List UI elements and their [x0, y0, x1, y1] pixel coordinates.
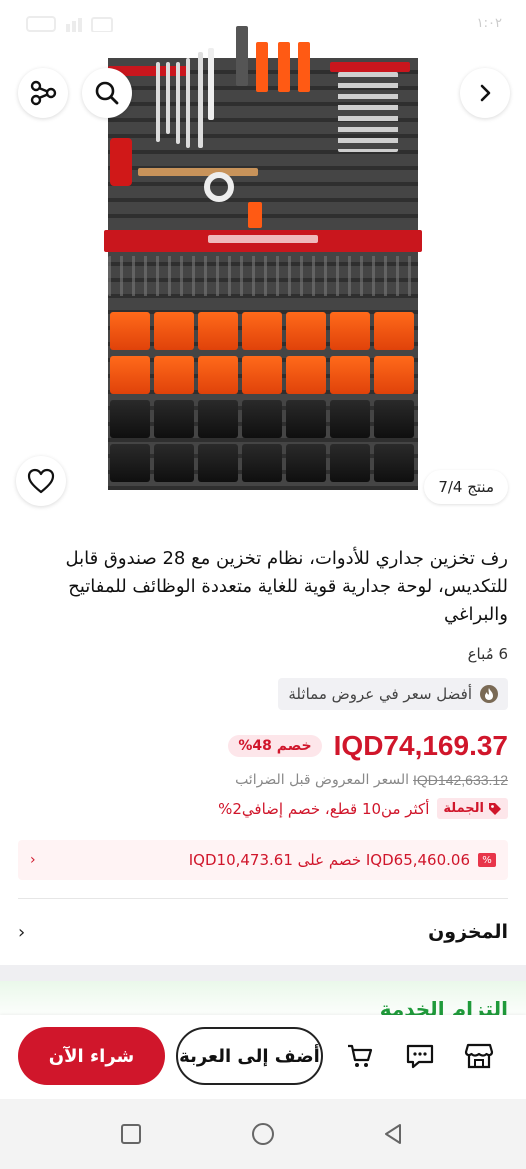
original-price-label: السعر المعروض قبل الضرائب — [235, 772, 410, 788]
wishlist-button[interactable] — [16, 456, 66, 506]
coupon-text: IQD65,460.06 خصم على IQD10,473.61 — [188, 851, 470, 869]
status-bar: ١:٠٢ — [0, 0, 526, 52]
battery-icon — [26, 16, 56, 32]
chevron-right-icon — [480, 84, 491, 102]
chevron-left-icon: ‹ — [30, 852, 36, 868]
store-icon — [464, 1043, 494, 1069]
chat-icon — [406, 1044, 434, 1069]
current-price: IQD74,169.37 — [333, 730, 508, 761]
product-image — [104, 26, 422, 490]
status-icons — [26, 16, 126, 32]
image-counter: منتج 7/4 — [424, 470, 508, 504]
add-to-cart-button[interactable]: أضف إلى العربة — [176, 1027, 323, 1085]
store-button[interactable] — [464, 1041, 494, 1071]
stock-label: المخزون — [428, 921, 508, 943]
bulk-tag: الجملة — [437, 798, 508, 819]
recent-apps-button[interactable] — [118, 1121, 144, 1147]
forward-button[interactable] — [460, 68, 510, 118]
back-button[interactable] — [380, 1121, 406, 1147]
square-icon — [121, 1124, 141, 1144]
product-image-gallery[interactable]: منتج 7/4 — [0, 0, 526, 527]
stock-row[interactable]: المخزون ‹ — [18, 912, 508, 952]
best-price-label: أفضل سعر في عروض مماثلة — [288, 685, 472, 703]
chat-button[interactable] — [405, 1041, 435, 1071]
sold-count: 6 مُباع — [467, 645, 508, 663]
discount-badge: خصم 48% — [228, 735, 322, 757]
search-icon — [95, 81, 119, 105]
buy-now-button[interactable]: شراء الآن — [18, 1027, 165, 1085]
bulk-discount-row: الجملة أكثر من10 قطع، خصم إضافي2% — [218, 798, 508, 819]
tag-icon — [489, 802, 501, 815]
system-navigation-bar — [0, 1099, 526, 1169]
triangle-back-icon — [385, 1124, 401, 1144]
chevron-left-icon: ‹ — [18, 921, 26, 943]
bottom-action-bar: شراء الآن أضف إلى العربة — [0, 1015, 526, 1099]
coupon-banner[interactable]: % IQD65,460.06 خصم على IQD10,473.61 ‹ — [18, 840, 508, 880]
share-icon — [30, 80, 57, 106]
coupon-icon: % — [478, 853, 496, 867]
status-time: ١:٠٢ — [476, 16, 502, 31]
cart-button[interactable] — [345, 1041, 375, 1071]
circle-icon — [252, 1123, 274, 1145]
original-price-row: IQD142,633.12 السعر المعروض قبل الضرائب — [235, 772, 508, 788]
product-title: رف تخزين جداري للأدوات، نظام تخزين مع 28… — [65, 548, 508, 625]
flame-icon — [480, 685, 498, 703]
original-price: IQD142,633.12 — [413, 772, 508, 788]
home-button[interactable] — [250, 1121, 276, 1147]
price-row: IQD74,169.37 خصم 48% — [228, 730, 508, 762]
divider — [18, 898, 508, 899]
heart-icon — [27, 468, 55, 494]
cart-icon — [348, 1044, 373, 1067]
search-button[interactable] — [82, 68, 132, 118]
bulk-tag-label: الجملة — [443, 801, 484, 816]
bulk-discount-text: أكثر من10 قطع، خصم إضافي2% — [218, 799, 430, 818]
section-separator — [0, 965, 526, 981]
signal-icon — [66, 17, 113, 32]
best-price-badge[interactable]: أفضل سعر في عروض مماثلة — [278, 678, 508, 710]
share-button[interactable] — [18, 68, 68, 118]
